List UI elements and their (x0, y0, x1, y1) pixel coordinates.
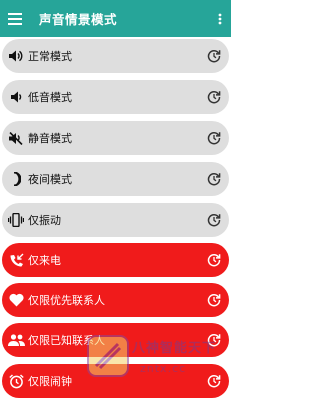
mode-label: 夜间模式 (28, 173, 72, 186)
restore-icon[interactable] (205, 243, 223, 277)
restore-icon[interactable] (205, 283, 223, 317)
watermark-logo-icon (87, 335, 129, 377)
watermark-url: zntx.cc (140, 362, 187, 375)
restore-icon[interactable] (205, 162, 223, 196)
mode-label: 仅限优先联系人 (28, 294, 105, 307)
volume-off-icon (5, 121, 27, 155)
mode-label: 静音模式 (28, 132, 72, 145)
watermark: 八神智能天下 zntx.cc (82, 326, 231, 394)
mode-item-silent[interactable]: 静音模式 (2, 121, 229, 155)
vibrate-icon (5, 203, 27, 237)
mode-label: 正常模式 (28, 50, 72, 63)
mode-label: 低音模式 (28, 91, 72, 104)
mode-item-night[interactable]: 夜间模式 (2, 162, 229, 196)
mode-label: 仅来电 (28, 254, 61, 267)
mode-label: 仅振动 (28, 214, 61, 227)
more-options-icon[interactable] (212, 0, 228, 37)
watermark-text: 八神智能天下 (132, 341, 217, 356)
app-bar: 声音情景模式 (0, 0, 231, 37)
people-icon (5, 323, 27, 357)
alarm-icon (5, 364, 27, 398)
restore-icon[interactable] (205, 121, 223, 155)
mode-item-normal[interactable]: 正常模式 (2, 39, 229, 73)
restore-icon[interactable] (205, 80, 223, 114)
restore-icon[interactable] (205, 39, 223, 73)
mode-item-low-volume[interactable]: 低音模式 (2, 80, 229, 114)
mode-item-calls-only[interactable]: 仅来电 (2, 243, 229, 277)
page-title: 声音情景模式 (39, 12, 118, 27)
heart-icon (5, 283, 27, 317)
menu-icon[interactable] (2, 0, 28, 37)
restore-icon[interactable] (205, 203, 223, 237)
mode-item-vibrate[interactable]: 仅振动 (2, 203, 229, 237)
volume-up-icon (5, 39, 27, 73)
moon-icon (5, 162, 27, 196)
mode-item-priority-contacts[interactable]: 仅限优先联系人 (2, 283, 229, 317)
volume-down-icon (5, 80, 27, 114)
phone-incoming-icon (5, 243, 27, 277)
